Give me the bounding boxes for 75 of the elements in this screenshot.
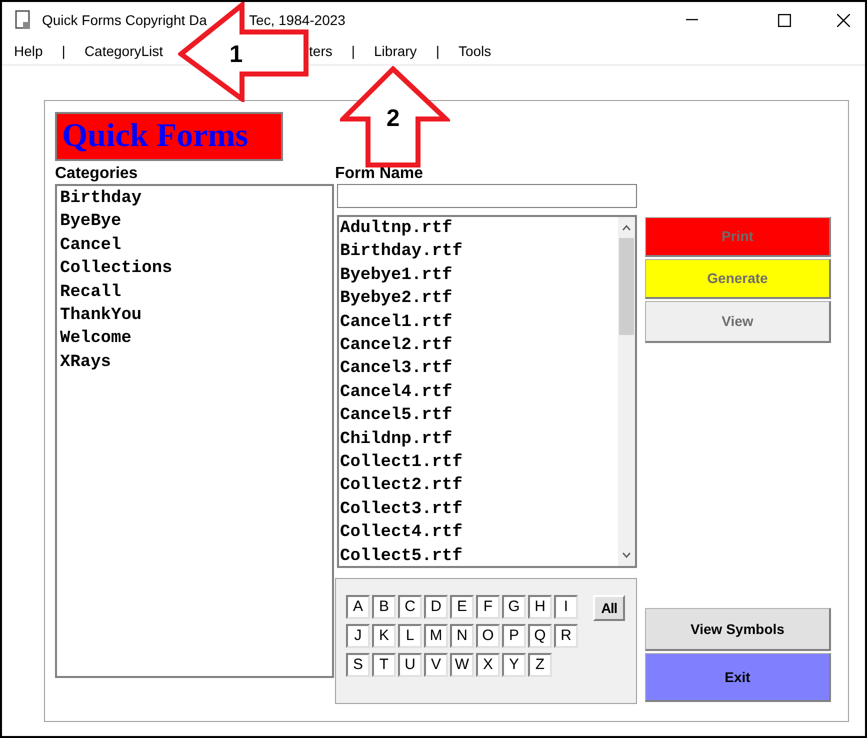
menu-separator: | <box>62 42 66 61</box>
menu-item[interactable]: Tools <box>458 40 492 62</box>
letter-button[interactable]: G <box>502 595 526 619</box>
file-item[interactable]: Collect1.rtf <box>340 451 462 474</box>
categories-label: Categories <box>55 164 139 184</box>
file-item[interactable]: Collect2.rtf <box>340 474 462 498</box>
file-list[interactable]: Adultnp.rtf Birthday.rtf Byebye1.rtf Byebye2.rtf Cancel1.rtf Cancel2.rtf Cancel3.rtf Cancel4.rtf Cancel5.rtf Childnp.rtf Collect1.rtf Collect2.rtf Collect3.rtf Collect4.rtf Collect5.rtf <box>337 215 637 568</box>
file-item[interactable]: Byebye1.rtf <box>340 264 452 288</box>
letter-button[interactable]: D <box>424 595 448 619</box>
letter-button[interactable]: I <box>554 595 578 619</box>
letter-button[interactable]: Y <box>502 653 526 677</box>
letter-button[interactable]: B <box>372 595 396 619</box>
menu-item[interactable]: ters <box>309 40 332 62</box>
file-item[interactable]: Cancel4.rtf <box>340 380 452 404</box>
menu-item[interactable]: Library <box>374 40 417 62</box>
window-title: Quick Forms Copyright Da <box>42 10 207 30</box>
form-name-label: Form Name <box>335 164 424 184</box>
file-item[interactable]: Collect5.rtf <box>340 544 462 568</box>
annotation-number: 1 <box>229 41 243 68</box>
close-icon[interactable] <box>837 14 850 26</box>
scrollbar-drawing[interactable] <box>618 217 635 566</box>
letter-button[interactable]: S <box>346 653 370 677</box>
maximize-icon[interactable] <box>778 14 791 26</box>
categories-list[interactable]: Birthday ByeBye Cancel Collections Recall ThankYou Welcome XRays <box>55 184 334 678</box>
letter-button[interactable]: Z <box>528 653 552 677</box>
letter-button[interactable]: F <box>476 595 500 619</box>
letter-button[interactable]: E <box>450 595 474 619</box>
category-item[interactable]: XRays <box>60 350 112 374</box>
window-title: Tec, 1984-2023 <box>248 10 346 30</box>
letter-button[interactable]: R <box>554 624 578 648</box>
letter-button[interactable]: V <box>424 653 448 677</box>
category-item[interactable]: Recall <box>60 280 122 304</box>
file-item[interactable]: Collect4.rtf <box>340 521 462 545</box>
letter-button[interactable]: H <box>528 595 552 619</box>
letter-button[interactable]: T <box>372 653 396 677</box>
annotation-number: 2 <box>386 105 400 132</box>
file-item[interactable]: Cancel5.rtf <box>340 404 452 428</box>
letter-button[interactable]: O <box>476 624 500 648</box>
letter-button[interactable]: W <box>450 653 474 677</box>
logo: Quick Forms <box>55 112 283 161</box>
letter-button[interactable]: P <box>502 624 526 648</box>
letter-button[interactable]: N <box>450 624 474 648</box>
letter-button[interactable]: J <box>346 624 370 648</box>
menu-item[interactable]: CategoryList <box>84 40 164 62</box>
file-item[interactable]: Cancel3.rtf <box>340 357 452 381</box>
category-item[interactable]: Cancel <box>60 234 122 258</box>
file-item[interactable]: Childnp.rtf <box>340 428 452 452</box>
letter-button[interactable]: Q <box>528 624 552 648</box>
category-item[interactable]: Collections <box>60 257 172 281</box>
file-item[interactable]: Cancel1.rtf <box>340 310 452 334</box>
letter-button[interactable]: L <box>398 624 422 648</box>
category-item[interactable]: ThankYou <box>60 304 142 328</box>
category-item[interactable]: Welcome <box>60 327 132 351</box>
letter-button[interactable]: U <box>398 653 422 677</box>
letter-button[interactable]: C <box>398 595 422 619</box>
app-icon <box>14 10 32 30</box>
menu-separator: | <box>436 42 440 61</box>
file-item[interactable]: Cancel2.rtf <box>340 334 452 358</box>
category-item[interactable]: Birthday <box>60 187 142 210</box>
action-button[interactable]: Exit <box>645 653 831 702</box>
category-item[interactable]: ByeBye <box>60 210 122 234</box>
letter-button[interactable]: X <box>476 653 500 677</box>
file-item[interactable]: Adultnp.rtf <box>340 217 452 240</box>
form-name-field[interactable] <box>337 184 637 208</box>
menu-item[interactable]: Help <box>14 40 43 62</box>
letter-button[interactable]: A <box>346 595 370 619</box>
letter-button[interactable]: K <box>372 624 396 648</box>
file-item[interactable]: Collect3.rtf <box>340 498 462 522</box>
all-button[interactable]: All <box>593 595 625 621</box>
menu-separator: | <box>351 42 356 61</box>
file-item[interactable]: Birthday.rtf <box>340 240 462 264</box>
minimize-icon[interactable] <box>686 19 698 21</box>
file-item[interactable]: Byebye2.rtf <box>340 287 452 311</box>
action-button[interactable]: View Symbols <box>645 608 831 651</box>
letter-button[interactable]: M <box>424 624 448 648</box>
